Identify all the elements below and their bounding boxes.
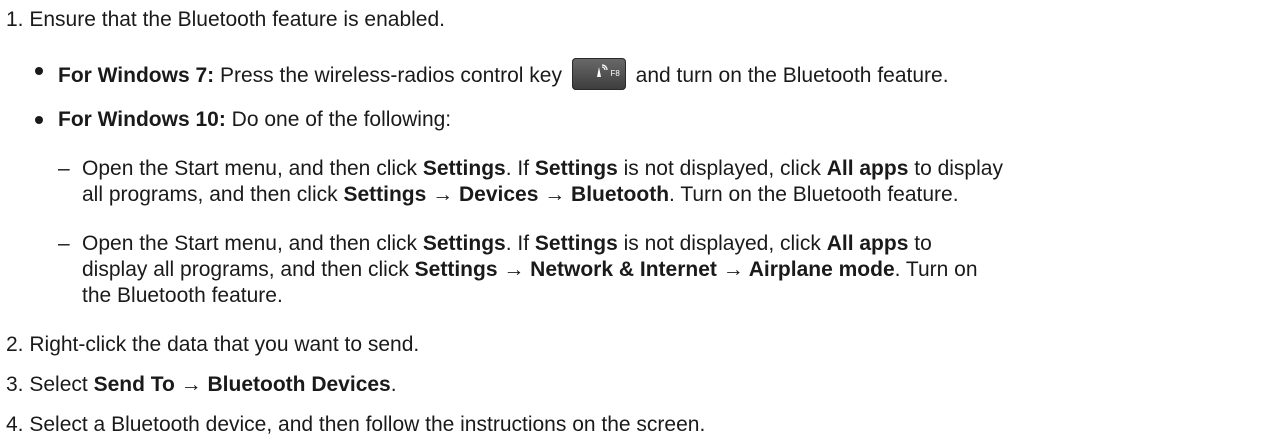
text: all programs, and then click [82,183,338,206]
step-text: Right-click the data that you want to se… [29,333,420,356]
step-text: Select [29,373,88,396]
text: is not displayed, click [623,232,821,255]
settings-path: Settings → Network & Internet → Airplane… [414,258,895,281]
step-number: 3. [6,373,24,396]
windows-10-label: For Windows 10: [58,108,226,131]
step-2: 2. Right-click the data that you want to… [6,332,419,358]
step-number: 1. [6,8,24,31]
bullet-icon [35,67,43,75]
step-number: 4. [6,413,24,436]
settings-term: Settings [422,157,506,180]
text: to display [914,157,1003,180]
f8-key-label: F8 [610,69,620,78]
windows-7-text-before: Press the wireless-radios control key [219,64,562,87]
option-2-line-1: Open the Start menu, and then click Sett… [82,231,932,257]
text: display all programs, and then click [82,258,409,281]
text: . Turn on the Bluetooth feature. [669,183,959,206]
settings-term: Settings [534,157,618,180]
wireless-radios-key: F8 [571,58,626,90]
windows-7-text-after: and turn on the Bluetooth feature. [635,64,949,87]
text: the Bluetooth feature. [82,284,283,307]
text: . Turn on [894,258,978,281]
wireless-radios-icon [596,64,608,77]
settings-path: Settings → Devices → Bluetooth [343,183,670,206]
step-text: . [390,373,397,396]
step-text: Select a Bluetooth device, and then foll… [29,413,706,436]
text: Open the Start menu, and then click [82,232,418,255]
windows-10-text: Do one of the following: [231,108,452,131]
text: is not displayed, click [623,157,821,180]
option-2-line-2: display all programs, and then click Set… [82,257,978,283]
text: . If [505,157,530,180]
step-text: Ensure that the Bluetooth feature is ena… [29,8,445,31]
settings-term: Settings [422,232,506,255]
step-4: 4. Select a Bluetooth device, and then f… [6,412,705,438]
all-apps-term: All apps [826,157,909,180]
settings-term: Settings [534,232,618,255]
step-1: 1. Ensure that the Bluetooth feature is … [6,7,445,33]
option-1-line-2: all programs, and then click Settings → … [82,182,959,208]
text: to [914,232,932,255]
option-2-line-3: the Bluetooth feature. [82,283,283,309]
step-3: 3. Select Send To → Bluetooth Devices. [6,372,397,398]
dash-marker: – [58,157,70,180]
text: Open the Start menu, and then click [82,157,418,180]
windows-7-instruction: For Windows 7: Press the wireless-radios… [58,58,949,90]
windows-10-instruction: For Windows 10: Do one of the following: [58,107,451,133]
dash-marker: – [58,232,70,255]
windows-7-label: For Windows 7: [58,64,215,87]
send-to-path: Send To → Bluetooth Devices [93,373,391,396]
bullet-icon [35,116,43,124]
all-apps-term: All apps [826,232,909,255]
step-number: 2. [6,333,24,356]
text: . If [505,232,530,255]
option-1-line-1: Open the Start menu, and then click Sett… [82,156,1003,182]
